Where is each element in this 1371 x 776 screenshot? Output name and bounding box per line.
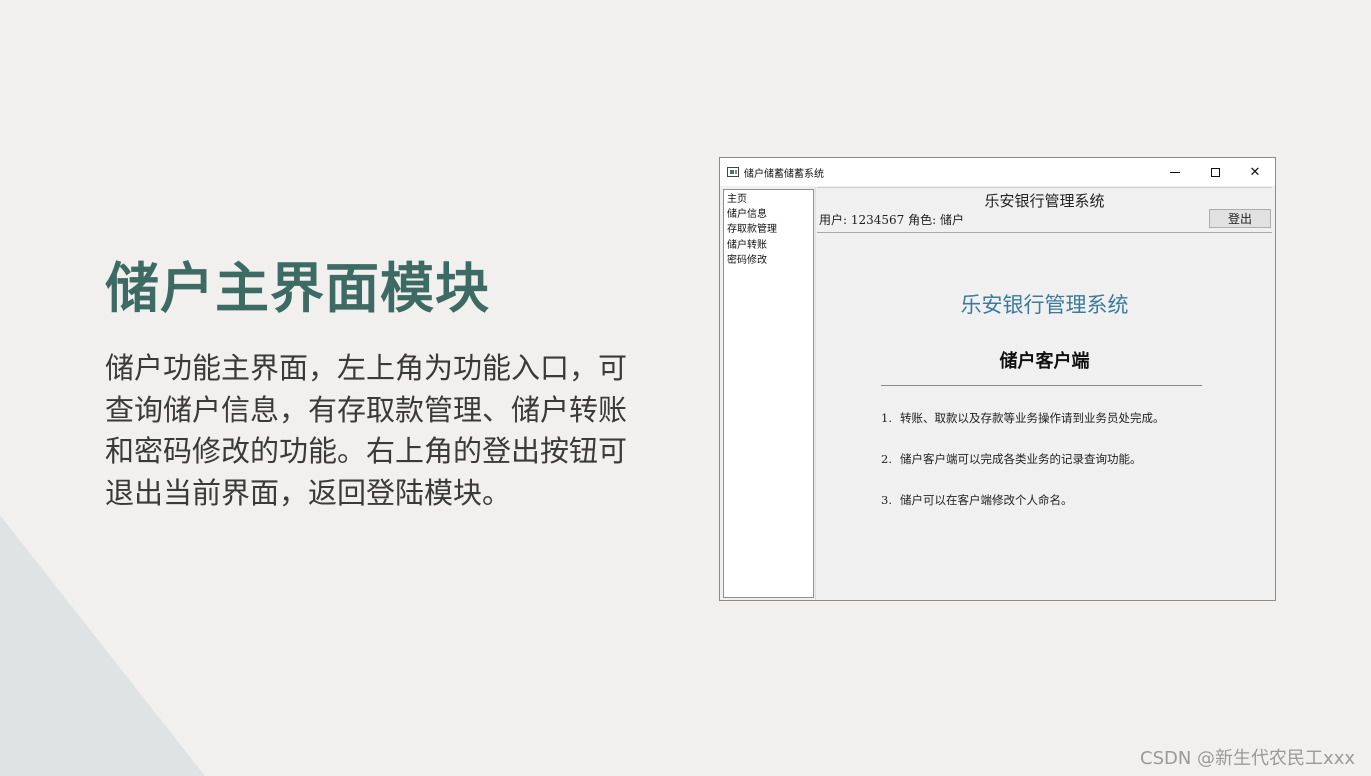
sidebar-nav: 主页 储户信息 存取款管理 储户转账 密码修改: [723, 189, 814, 598]
sidebar-item-home[interactable]: 主页: [727, 192, 810, 207]
notice-item: 2. 储户客户端可以完成各类业务的记录查询功能。: [881, 451, 1142, 467]
app-icon: [727, 167, 739, 177]
notice-text: 转账、取款以及存款等业务操作请到业务员处完成。: [900, 411, 1165, 425]
header-bank-name: 乐安银行管理系统: [984, 192, 1105, 210]
logout-button[interactable]: 登出: [1209, 209, 1271, 228]
maximize-icon: [1210, 167, 1220, 177]
notice-item: 3. 储户可以在客户端修改个人命名。: [881, 492, 1073, 508]
main-panel: 乐安银行管理系统 用户: 1234567 角色: 储户 登出 乐安银行管理系统 …: [815, 187, 1272, 600]
content-divider: [881, 385, 1202, 386]
minimize-icon: [1170, 171, 1180, 173]
window-title: 储户储蓄储蓄系统: [744, 169, 824, 180]
notice-text: 储户客户端可以完成各类业务的记录查询功能。: [900, 452, 1142, 466]
watermark: CSDN @新生代农民工xxx: [1140, 748, 1355, 769]
close-button[interactable]: ✕: [1235, 158, 1275, 186]
sidebar-item-depositor-info[interactable]: 储户信息: [727, 207, 810, 222]
sidebar-item-change-password[interactable]: 密码修改: [727, 253, 810, 268]
notice-item: 1. 转账、取款以及存款等业务操作请到业务员处完成。: [881, 410, 1165, 426]
minimize-button[interactable]: [1155, 158, 1195, 186]
slide-title: 储户主界面模块: [105, 257, 490, 320]
sidebar-item-transfer[interactable]: 储户转账: [727, 238, 810, 253]
slide-description: 储户功能主界面，左上角为功能入口，可查询储户信息，有存取款管理、储户转账和密码修…: [105, 351, 628, 510]
top-divider: [817, 187, 1272, 188]
header-divider: [817, 232, 1272, 233]
app-window: 储户储蓄储蓄系统 ✕ 主页 储户信息 存取款管理 储户转账 密码修改 乐安银行管…: [719, 157, 1276, 601]
maximize-button[interactable]: [1195, 158, 1235, 186]
panel-divider: [815, 187, 816, 600]
notice-number: 1.: [881, 411, 892, 425]
notice-number: 3.: [881, 493, 892, 507]
sidebar-item-deposit-withdraw[interactable]: 存取款管理: [727, 222, 810, 237]
close-icon: ✕: [1249, 164, 1261, 180]
user-info: 用户: 1234567 角色: 储户: [819, 213, 964, 227]
notice-text: 储户可以在客户端修改个人命名。: [900, 493, 1073, 507]
content-title: 乐安银行管理系统: [960, 293, 1129, 317]
content-subtitle: 储户客户端: [999, 351, 1090, 372]
notice-number: 2.: [881, 452, 892, 466]
title-bar[interactable]: 储户储蓄储蓄系统 ✕: [720, 158, 1275, 186]
